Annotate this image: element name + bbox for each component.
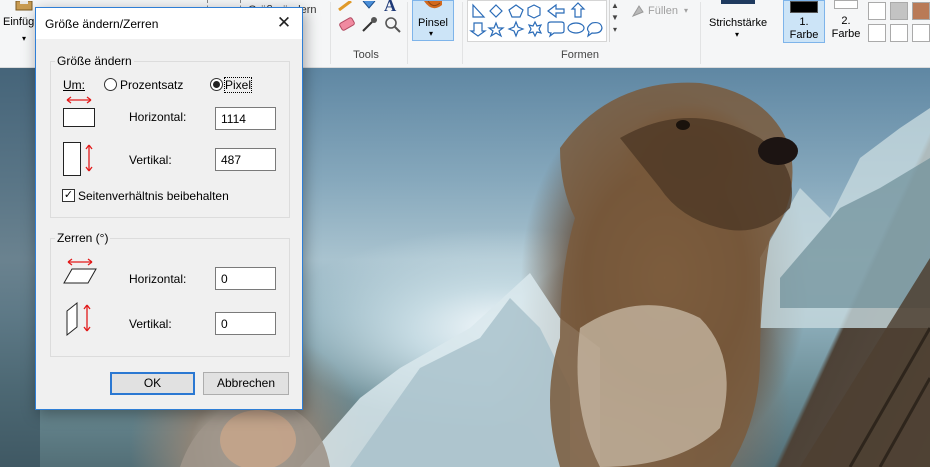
color2-label-line1: 2. — [841, 15, 851, 27]
by-label: Um: — [63, 78, 85, 92]
fill-bucket-icon[interactable] — [360, 0, 378, 14]
color2-swatch — [834, 0, 858, 9]
ribbon-separator — [462, 2, 463, 64]
ribbon-separator — [700, 2, 701, 64]
brushes-dropdown-icon: ▾ — [429, 29, 434, 38]
tools-group-label: Tools — [353, 49, 379, 61]
resize-vertical-input[interactable] — [215, 148, 276, 171]
fill-dropdown-icon[interactable]: ▾ — [684, 6, 688, 15]
color-picker-icon[interactable] — [361, 16, 379, 35]
skew-vertical-icon — [63, 301, 97, 340]
brushes-label: Pinsel — [418, 17, 448, 29]
skew-group-legend: Zerren (°) — [57, 231, 109, 245]
color2-label-line2: Farbe — [831, 28, 861, 40]
palette-swatch-1[interactable] — [868, 2, 886, 20]
pencil-icon[interactable] — [337, 0, 355, 14]
palette-swatch-4[interactable] — [868, 24, 886, 42]
percent-radio[interactable] — [104, 78, 117, 91]
dialog-titlebar[interactable]: Größe ändern/Zerren ✕ — [36, 8, 302, 39]
resize-horizontal-icon — [62, 95, 96, 132]
shapes-scrollbar[interactable]: ▲ ▼ ▾ — [609, 0, 620, 42]
skew-vertical-input[interactable] — [215, 312, 276, 335]
dialog-title: Größe ändern/Zerren — [45, 17, 159, 31]
brush-icon — [422, 0, 444, 16]
resize-skew-dialog: Größe ändern/Zerren ✕ Größe ändern Um: P… — [35, 7, 303, 410]
resize-vertical-icon — [62, 141, 96, 180]
skew-horizontal-input[interactable] — [215, 267, 276, 290]
palette-swatch-6[interactable] — [912, 24, 930, 42]
resize-group-legend: Größe ändern — [57, 54, 132, 68]
resize-vertical-label: Vertikal: — [129, 153, 172, 167]
text-tool-icon[interactable]: A — [384, 0, 396, 16]
fill-shape-icon[interactable] — [631, 4, 645, 21]
shapes-group-label: Formen — [561, 49, 599, 61]
shapes-gallery[interactable] — [467, 0, 607, 42]
color2-button[interactable]: 2. Farbe — [827, 0, 865, 43]
by-label-text: Um: — [63, 78, 85, 92]
ribbon-separator — [330, 2, 331, 64]
pixel-radio[interactable] — [210, 78, 223, 91]
shape-icons — [469, 2, 603, 38]
paste-button-label[interactable]: Einfüg — [3, 16, 34, 28]
percent-radio-label[interactable]: Prozentsatz — [120, 78, 183, 92]
skew-vertical-label: Vertikal: — [129, 317, 172, 331]
magnifier-icon[interactable] — [384, 16, 402, 37]
color1-button[interactable]: 1. Farbe — [783, 0, 825, 43]
palette-swatch-3[interactable] — [912, 2, 930, 20]
stroke-width-icon[interactable] — [721, 0, 755, 4]
skew-horizontal-label: Horizontal: — [129, 272, 187, 286]
ribbon-separator — [407, 2, 408, 64]
color1-label-line1: 1. — [799, 16, 809, 28]
skew-horizontal-icon — [62, 258, 98, 291]
brushes-button[interactable]: Pinsel ▾ — [412, 0, 454, 41]
ok-button[interactable]: OK — [110, 372, 195, 395]
palette-swatch-5[interactable] — [890, 24, 908, 42]
resize-horizontal-label: Horizontal: — [129, 110, 187, 124]
resize-horizontal-input[interactable] — [215, 107, 276, 130]
color1-label-line2: Farbe — [789, 29, 819, 41]
stroke-width-label[interactable]: Strichstärke — [709, 17, 767, 29]
color2-label: 2. Farbe — [827, 15, 865, 41]
keep-ratio-checkbox[interactable]: ✓ — [62, 189, 75, 202]
cancel-button[interactable]: Abbrechen — [203, 372, 289, 395]
keep-ratio-label[interactable]: Seitenverhältnis beibehalten — [78, 189, 229, 203]
close-icon[interactable]: ✕ — [270, 12, 298, 36]
fill-label[interactable]: Füllen — [648, 5, 678, 17]
paste-dropdown-icon[interactable]: ▾ — [22, 34, 26, 43]
palette-swatch-2[interactable] — [890, 2, 908, 20]
paste-icon[interactable] — [14, 0, 36, 11]
color1-label: 1. Farbe — [784, 16, 824, 42]
pixel-radio-label[interactable]: Pixel — [223, 77, 253, 93]
color1-swatch — [790, 1, 818, 13]
stroke-dropdown-icon[interactable]: ▾ — [735, 30, 739, 39]
eraser-icon[interactable] — [337, 16, 357, 35]
